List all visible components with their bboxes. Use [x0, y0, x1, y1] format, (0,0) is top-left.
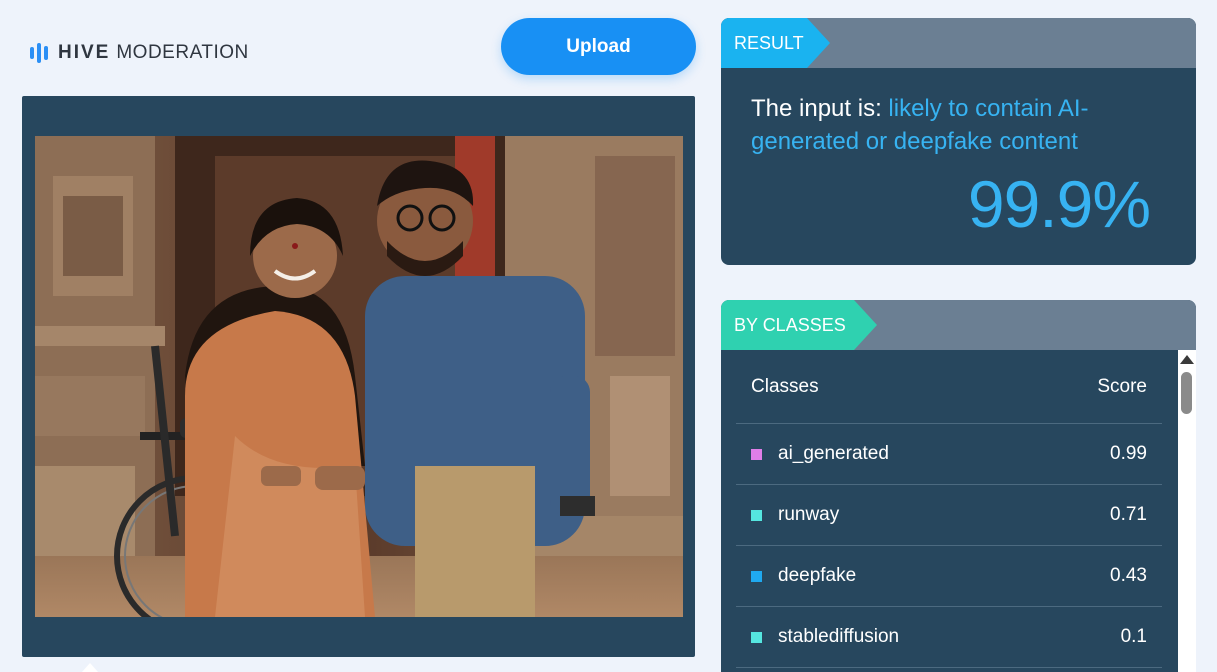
result-prefix: The input is:	[751, 95, 889, 122]
table-row: runway 0.71	[736, 485, 1162, 546]
class-label: deepfake	[778, 565, 857, 586]
scroll-up-arrow-icon[interactable]	[1180, 355, 1194, 364]
header-classes: Classes	[751, 375, 819, 397]
table-row: ai_generated 0.99	[736, 424, 1162, 485]
class-label: stablediffusion	[778, 626, 900, 647]
page: HIVE MODERATION Upload RESULT The input …	[0, 0, 1217, 672]
classes-scrollbar[interactable]	[1178, 350, 1196, 672]
logo-sub: MODERATION	[116, 42, 249, 63]
classes-table: Classes Score ai_generated 0.99 runway 0…	[736, 350, 1162, 668]
class-score: 0.99	[1110, 443, 1147, 464]
by-classes-card: BY CLASSES Classes Score ai_generated 0.…	[721, 300, 1196, 672]
result-header: RESULT	[721, 18, 1196, 68]
class-color-swatch	[751, 631, 762, 643]
class-label: runway	[778, 504, 840, 525]
table-row: stablediffusion 0.1	[736, 607, 1162, 668]
header-score: Score	[1097, 375, 1147, 397]
class-score: 0.1	[1120, 626, 1147, 647]
class-color-swatch	[751, 509, 762, 521]
table-row: deepfake 0.43	[736, 546, 1162, 607]
panel-notch-icon	[82, 663, 98, 672]
class-color-swatch	[751, 448, 762, 460]
by-classes-tag: BY CLASSES	[721, 300, 877, 350]
classes-table-header: Classes Score	[736, 350, 1162, 424]
class-cell: ai_generated	[751, 443, 889, 465]
scroll-thumb[interactable]	[1181, 372, 1192, 414]
hive-logo[interactable]: HIVE MODERATION	[30, 40, 249, 66]
image-panel	[22, 96, 695, 657]
logo-text: HIVE MODERATION	[58, 42, 249, 64]
class-cell: stablediffusion	[751, 626, 899, 648]
upload-button[interactable]: Upload	[501, 18, 696, 75]
class-label: ai_generated	[778, 443, 889, 464]
class-cell: runway	[751, 504, 839, 526]
class-cell: deepfake	[751, 565, 856, 587]
uploaded-photo	[35, 136, 683, 617]
result-percent: 99.9%	[967, 167, 1151, 241]
class-score: 0.43	[1110, 565, 1147, 586]
result-statement: The input is: likely to contain AI-gener…	[751, 92, 1171, 158]
class-score: 0.71	[1110, 504, 1147, 525]
logo-brand: HIVE	[58, 42, 111, 63]
class-color-swatch	[751, 570, 762, 582]
result-card: RESULT The input is: likely to contain A…	[721, 18, 1196, 265]
hive-logo-icon	[30, 42, 48, 64]
by-classes-header: BY CLASSES	[721, 300, 1196, 350]
result-tag: RESULT	[721, 18, 830, 68]
